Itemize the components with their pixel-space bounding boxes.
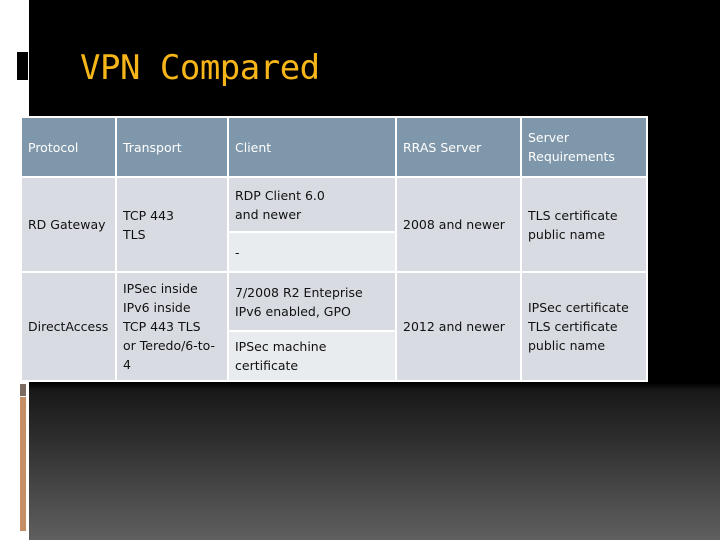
cell-rras-server: 2008 and newer xyxy=(395,176,522,273)
accent-bar-cap xyxy=(20,384,26,396)
cell-protocol: RD Gateway xyxy=(20,176,117,273)
slide-title: VPN Compared xyxy=(80,48,320,88)
header-client: Client xyxy=(227,116,397,178)
cell-rras-server: 2012 and newer xyxy=(395,271,522,382)
cell-transport: TCP 443 TLS xyxy=(115,176,229,273)
cell-client-primary: 7/2008 R2 Enteprise IPv6 enabled, GPO xyxy=(227,271,397,332)
accent-bar xyxy=(20,397,26,531)
table-row: RD Gateway TCP 443 TLS RDP Client 6.0 an… xyxy=(20,176,648,273)
header-rras-server: RRAS Server xyxy=(395,116,522,178)
cell-server-requirements: TLS certificate public name xyxy=(520,176,648,273)
cell-client-primary: RDP Client 6.0 and newer xyxy=(227,176,397,233)
title-marker xyxy=(17,52,28,80)
table-row: DirectAccess IPSec inside IPv6 inside TC… xyxy=(20,271,648,382)
header-server-requirements: Server Requirements xyxy=(520,116,648,178)
cell-transport: IPSec inside IPv6 inside TCP 443 TLS or … xyxy=(115,271,229,382)
vpn-comparison-table: Protocol Transport Client RRAS Server Se… xyxy=(20,116,648,382)
cell-protocol: DirectAccess xyxy=(20,271,117,382)
cell-client-secondary: - xyxy=(227,231,397,273)
header-protocol: Protocol xyxy=(20,116,117,178)
table-header-row: Protocol Transport Client RRAS Server Se… xyxy=(20,116,648,178)
cell-client-secondary: IPSec machine certificate xyxy=(227,330,397,382)
cell-server-requirements: IPSec certificate TLS certificate public… xyxy=(520,271,648,382)
header-transport: Transport xyxy=(115,116,229,178)
